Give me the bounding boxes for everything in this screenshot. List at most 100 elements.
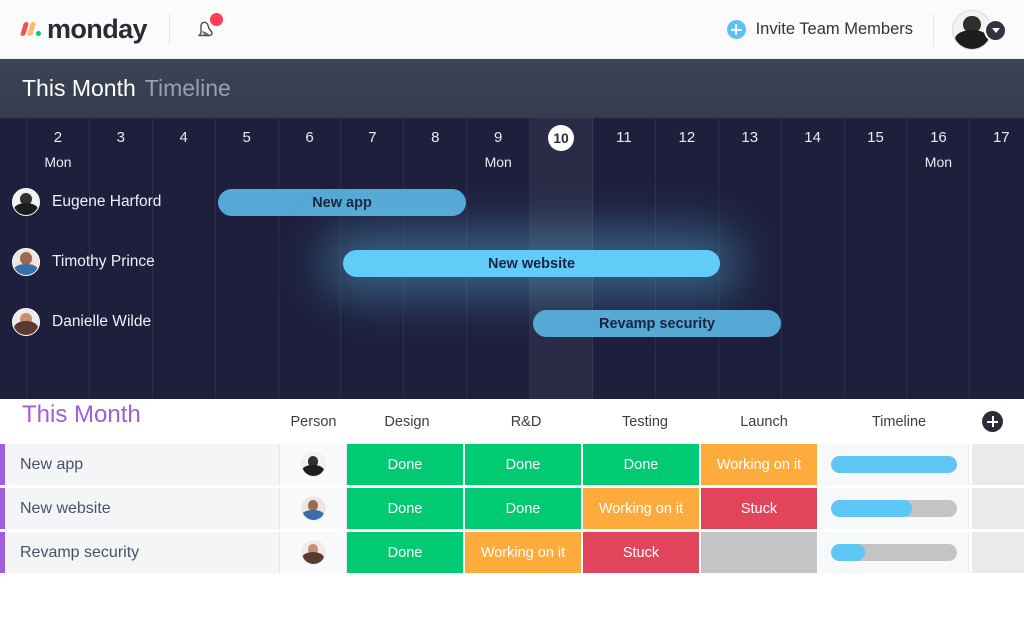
table-row[interactable]: New app Done Done Done Working on it [0,444,1024,485]
cell-item-name[interactable]: New website [5,488,280,529]
gantt-date-number: 11 [616,129,632,146]
gantt-date-number: 14 [804,129,821,146]
gantt-person-name: Danielle Wilde [52,313,152,330]
avatar[interactable] [12,188,40,216]
add-column-icon[interactable] [982,411,1003,432]
cell-timeline-progress[interactable] [819,488,969,529]
account-menu[interactable] [952,9,1008,50]
gantt-date-number: 17 [992,129,1010,146]
cell-status-rnd[interactable]: Done [465,444,583,485]
page-title: This Month [22,75,136,101]
gantt-person-name: Eugene Harford [52,193,162,210]
board-row-list: New app Done Done Done Working on it New webs… [0,444,1024,573]
board-header: This Month Person Design R&D Testing Lau… [0,399,1024,444]
cell-empty-trailing[interactable] [969,444,1024,485]
cell-status-testing[interactable]: Done [583,444,701,485]
top-bar: monday Invite Team Members [0,0,1024,59]
column-header-person[interactable]: Person [280,414,347,430]
column-header-design[interactable]: Design [348,414,466,430]
cell-person[interactable] [280,444,347,485]
gantt-day-header: 2 Mon [27,118,89,181]
progress-bar [830,500,957,517]
cell-timeline-progress[interactable] [819,532,969,573]
avatar[interactable] [12,248,40,276]
cell-status-launch[interactable]: Stuck [701,488,819,529]
avatar[interactable] [12,308,40,336]
gantt-day-header: 15 [845,118,907,181]
gantt-day-header: 5 [216,118,278,181]
gantt-date-number: 15 [867,129,884,146]
cell-item-name[interactable]: Revamp security [5,532,280,573]
cell-status-design[interactable]: Done [347,532,465,573]
gantt-weekday-label: Mon [924,154,953,170]
invite-label: Invite Team Members [755,20,913,38]
column-header-launch[interactable]: Launch [705,414,823,430]
cell-empty-trailing[interactable] [969,488,1024,529]
progress-bar-fill [830,500,913,517]
column-header-timeline[interactable]: Timeline [824,414,974,430]
gantt-date-number: 9 [494,129,503,146]
invite-team-members-button[interactable]: Invite Team Members [726,20,913,39]
gantt-date-number: 3 [116,129,125,146]
cell-item-name[interactable]: New app [5,444,280,485]
avatar[interactable] [300,496,326,521]
progress-bar-fill [830,456,957,473]
gantt-date-number: 16 [930,129,947,146]
gantt-date-number: 8 [431,129,440,146]
gantt-day-header: 9 Mon [467,118,529,181]
cell-person[interactable] [280,532,347,573]
progress-bar-fill [830,544,865,561]
table-row[interactable]: New website Done Done Working on it Stuck [0,488,1024,529]
gantt-date-number: 2 [53,129,63,146]
gantt-day-header: 3 [90,118,152,181]
cell-status-rnd[interactable]: Done [465,488,583,529]
gantt-row: Eugene Harford New app [0,181,1024,241]
gantt-date-number: 12 [678,129,696,146]
cell-status-testing[interactable]: Working on it [583,488,701,529]
cell-status-launch[interactable] [701,532,819,573]
cell-empty-trailing[interactable] [969,532,1024,573]
timeline-view-header: This Month Timeline [0,59,1024,118]
gantt-person: Danielle Wilde [12,308,151,336]
gantt-day-header: 16 Mon [907,118,969,181]
column-header-rnd[interactable]: R&D [467,414,585,430]
gantt-row: Timothy Prince New website [0,241,1024,301]
cell-timeline-progress[interactable] [819,444,969,485]
monday-logo[interactable]: monday [19,14,148,45]
gantt-day-header: 8 [404,118,466,181]
notification-badge [209,13,223,26]
gantt-task-bar[interactable]: Revamp security [533,310,781,337]
gantt-date-number: 13 [741,129,759,146]
gantt-day-header: 12 [656,118,718,181]
table-row[interactable]: Revamp security Done Working on it Stuck [0,532,1024,573]
gantt-task-bar[interactable]: New app [218,189,466,216]
cell-status-design[interactable]: Done [347,444,465,485]
gantt-weekday-label: Mon [44,154,72,170]
column-header-testing[interactable]: Testing [586,414,704,430]
notification-bell-icon[interactable] [192,13,223,44]
chevron-down-icon[interactable] [984,18,1007,42]
avatar[interactable] [300,452,326,477]
gantt-person: Timothy Prince [12,248,155,276]
plus-circle-icon [726,20,746,39]
gantt-weekday-label: Mon [484,154,512,170]
cell-status-launch[interactable]: Working on it [701,444,819,485]
gantt-day-header: 6 [279,118,341,181]
gantt-day-header: 7 [341,118,403,181]
gantt-day-header: 11 [593,118,655,181]
cell-status-testing[interactable]: Stuck [583,532,701,573]
avatar[interactable] [300,540,326,565]
cell-status-rnd[interactable]: Working on it [465,532,583,573]
gantt-day-header: 14 [782,118,844,181]
gantt-date-number: 5 [242,129,251,146]
today-date-number: 10 [553,130,569,146]
gantt-person: Eugene Harford [12,188,161,216]
cell-person[interactable] [280,488,347,529]
cell-status-design[interactable]: Done [347,488,465,529]
gantt-date-number: 7 [368,129,377,146]
gantt-date-number: 6 [305,129,314,146]
monday-logo-icon [19,22,43,36]
gantt-day-header: 10 [530,118,592,181]
progress-bar [830,544,957,561]
gantt-task-bar[interactable]: New website [343,250,720,277]
